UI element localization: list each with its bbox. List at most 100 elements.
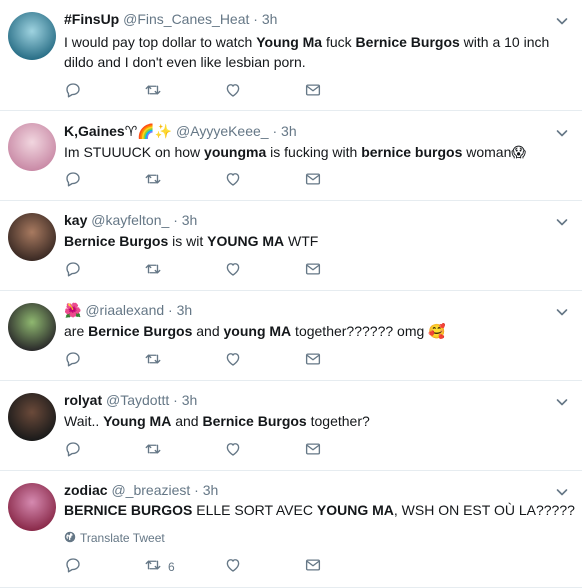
avatar[interactable]	[8, 483, 56, 531]
tweet-actions	[64, 441, 364, 461]
tweet[interactable]: kay @kayfelton_ · 3h Bernice Burgos is wi…	[0, 201, 582, 291]
reply-button[interactable]	[64, 171, 82, 191]
retweet-button[interactable]	[144, 261, 162, 281]
user-handle[interactable]: @_breaziest	[111, 482, 190, 498]
reply-icon	[64, 170, 82, 193]
avatar[interactable]	[8, 123, 56, 171]
timestamp[interactable]: 3h	[281, 123, 297, 139]
envelope-icon	[304, 440, 322, 463]
reply-icon	[64, 440, 82, 463]
display-name[interactable]: rolyat	[64, 392, 102, 408]
tweet-actions	[64, 82, 364, 102]
envelope-icon	[304, 170, 322, 193]
display-name[interactable]: #FinsUp	[64, 11, 119, 27]
highlighted-term: YOUNG MA	[316, 502, 394, 518]
text-span: together?????? omg	[291, 323, 429, 339]
text-emoji: 😱	[511, 144, 526, 160]
display-name[interactable]: zodiac	[64, 482, 108, 498]
tweet[interactable]: 🌺 @riaalexand · 3h are Bernice Burgos and…	[0, 291, 582, 381]
retweet-button[interactable]	[144, 441, 162, 461]
chevron-down-icon[interactable]	[554, 125, 570, 141]
envelope-icon	[304, 81, 322, 104]
heart-icon	[224, 556, 242, 579]
user-handle[interactable]: @Fins_Canes_Heat	[123, 11, 249, 27]
direct-message-button[interactable]	[304, 82, 322, 102]
reply-button[interactable]	[64, 261, 82, 281]
tweet[interactable]: zodiac @_breaziest · 3h BERNICE BURGOS EL…	[0, 471, 582, 588]
timestamp[interactable]: 3h	[203, 482, 219, 498]
translate-tweet-link[interactable]: Translate Tweet	[64, 530, 165, 546]
text-span: ELLE SORT AVEC	[192, 502, 317, 518]
chevron-down-icon[interactable]	[554, 484, 570, 500]
direct-message-button[interactable]	[304, 171, 322, 191]
envelope-icon	[304, 350, 322, 373]
direct-message-button[interactable]	[304, 441, 322, 461]
reply-button[interactable]	[64, 557, 82, 577]
like-button[interactable]	[224, 351, 242, 371]
reply-button[interactable]	[64, 441, 82, 461]
chevron-down-icon[interactable]	[554, 13, 570, 29]
retweet-button[interactable]	[144, 171, 162, 191]
avatar[interactable]	[8, 213, 56, 261]
highlighted-term: bernice burgos	[361, 144, 463, 160]
avatar[interactable]	[8, 12, 56, 60]
like-button[interactable]	[224, 557, 242, 577]
tweet[interactable]: rolyat @Taydottt · 3h Wait.. Young MA and…	[0, 381, 582, 471]
highlighted-term: Bernice Burgos	[64, 233, 169, 249]
text-span: woman	[462, 144, 512, 160]
reply-button[interactable]	[64, 351, 82, 371]
heart-icon	[224, 440, 242, 463]
text-span: Im STUUUCK on how	[64, 144, 205, 160]
tweet[interactable]: K,Gaines♈🌈✨ @AyyyeKeee_ · 3h Im STUUUCK o…	[0, 111, 582, 201]
tweet-text: are Bernice Burgos and young MA together…	[64, 321, 562, 341]
highlighted-term: Young MA	[103, 413, 172, 429]
tweet-text: Wait.. Young MA and Bernice Burgos toget…	[64, 411, 562, 431]
timestamp[interactable]: 3h	[262, 11, 278, 27]
text-span: are	[64, 323, 89, 339]
direct-message-button[interactable]	[304, 261, 322, 281]
timestamp[interactable]: 3h	[177, 302, 193, 318]
text-span: and	[171, 413, 203, 429]
avatar[interactable]	[8, 393, 56, 441]
direct-message-button[interactable]	[304, 557, 322, 577]
tweet[interactable]: #FinsUp @Fins_Canes_Heat · 3h I would pay…	[0, 0, 582, 111]
timestamp[interactable]: 3h	[182, 212, 198, 228]
timestamp[interactable]: 3h	[182, 392, 198, 408]
display-name[interactable]: K,Gaines	[64, 123, 125, 139]
separator-dot: ·	[173, 212, 178, 228]
translate-label: Translate Tweet	[80, 531, 165, 545]
avatar[interactable]	[8, 303, 56, 351]
chevron-down-icon[interactable]	[554, 214, 570, 230]
chevron-down-icon[interactable]	[554, 394, 570, 410]
highlighted-term: Bernice Burgos	[355, 34, 460, 50]
separator-dot: ·	[253, 11, 258, 27]
heart-icon	[224, 170, 242, 193]
heart-icon	[224, 81, 242, 104]
separator-dot: ·	[173, 392, 178, 408]
user-handle[interactable]: @AyyyeKeee_	[176, 123, 269, 139]
retweet-button[interactable]	[144, 351, 162, 371]
user-handle[interactable]: @Taydottt	[106, 392, 169, 408]
retweet-button[interactable]	[144, 82, 162, 102]
retweet-icon	[144, 170, 162, 193]
user-handle[interactable]: @riaalexand	[85, 302, 164, 318]
retweet-button[interactable]: 6	[144, 557, 175, 577]
chevron-down-icon[interactable]	[554, 304, 570, 320]
text-span: , WSH ON EST OÙ LA?????	[393, 502, 575, 518]
like-button[interactable]	[224, 171, 242, 191]
envelope-icon	[304, 260, 322, 283]
text-span: with a 10 inch	[459, 34, 550, 50]
highlighted-term: Young Ma	[256, 34, 323, 50]
direct-message-button[interactable]	[304, 351, 322, 371]
tweet-text-line2: dildo and I don't even like lesbian porn…	[64, 54, 306, 70]
separator-dot: ·	[272, 123, 278, 139]
tweet-actions	[64, 351, 364, 371]
like-button[interactable]	[224, 261, 242, 281]
heart-icon	[224, 350, 242, 373]
like-button[interactable]	[224, 441, 242, 461]
like-button[interactable]	[224, 82, 242, 102]
text-span: WTF	[284, 233, 319, 249]
display-name[interactable]: kay	[64, 212, 87, 228]
reply-button[interactable]	[64, 82, 82, 102]
user-handle[interactable]: @kayfelton_	[91, 212, 169, 228]
